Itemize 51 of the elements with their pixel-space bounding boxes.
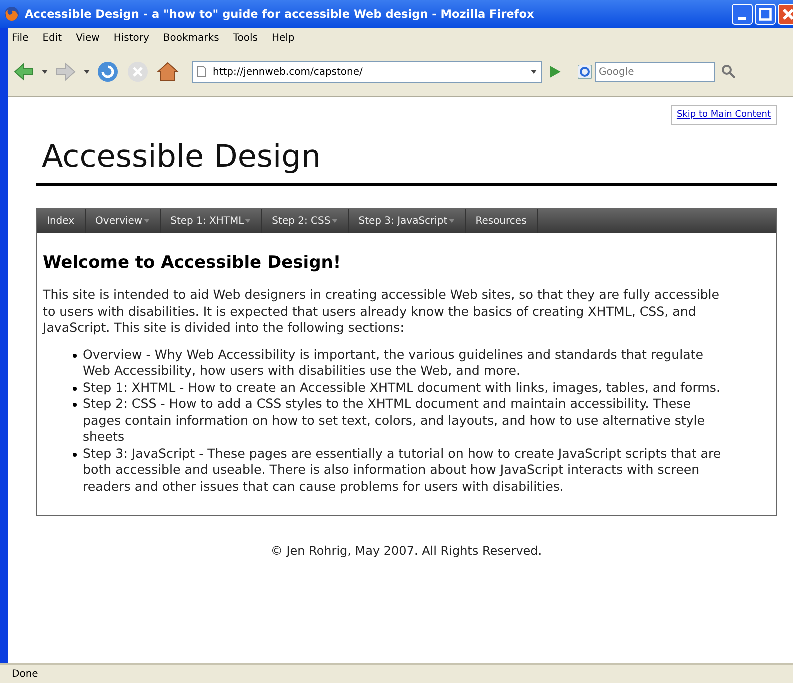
site-title: Accessible Design [42,139,322,175]
search-engine-icon[interactable] [578,65,592,79]
section-description: Overview - Why Web Accessibility is important, the various guidelines and standards that regulate Web Accessibility, how users with disabilities use the Web, and more. [83,346,704,380]
dropdown-icon[interactable] [42,69,48,75]
section-description: Step 3: JavaScript - These pages are essentially a tutorial on how to create JavaScript scripts that are both accessible and useable. There is also information about how JavaScript interacts with screen readers and other issues that can cause problems for users with disabilities. [83,446,722,495]
maximize-icon [758,6,773,22]
window-title: Accessible Design - a "how to" guide for accessible Web design - Mozilla Firefox [25,8,536,20]
skip-link[interactable]: Skip to Main Content [670,105,777,125]
page-icon [197,66,207,78]
address-field[interactable]: http://jennweb.com/capstone/ [192,61,542,83]
nav-tab[interactable]: Step 2: CSS [262,209,349,233]
search-field[interactable]: Google [595,62,715,82]
close-icon [781,6,793,22]
section-description: Step 1: XHTML - How to create an Accessible XHTML document with links, images, tables, and forms. [83,380,720,396]
caret-icon [245,219,252,223]
nav-tab[interactable]: Step 3: JavaScript [348,209,466,233]
menu-item[interactable]: Help [272,32,295,44]
caret-icon [448,219,455,223]
home-icon[interactable] [156,60,180,84]
minimize-icon [738,17,746,20]
bullet-icon [73,354,77,358]
bullet-icon [73,403,77,407]
menu-item[interactable]: View [76,32,100,44]
nav-tab[interactable]: Resources [466,209,538,233]
maximize-button[interactable] [755,4,776,24]
copyright-text: © Jen Rohrig, May 2007. All Rights Reserved. [270,544,542,558]
page-heading: Welcome to Accessible Design! [43,253,342,273]
nav-tab[interactable]: Step 1: XHTML [160,209,262,233]
search-icon[interactable] [721,64,737,80]
caret-icon [144,219,150,223]
menu-item[interactable]: Edit [42,32,62,44]
nav-tab[interactable]: Index [37,209,86,233]
browser-logo-icon [4,6,20,22]
minimize-button[interactable] [732,4,753,24]
status-text: Done [12,668,38,680]
menu-item[interactable]: File [12,32,29,44]
go-icon[interactable] [548,65,562,79]
bullet-icon [73,452,77,456]
intro-paragraph: This site is intended to aid Web designers in creating accessible Web sites, so that they are fully accessible to users with disabilities. It is expected that users already know the basics of creating XHTML, CSS, and JavaScript. This site is divided into the following sections: [43,287,721,336]
dropdown-icon[interactable] [531,69,537,75]
back-icon[interactable] [12,60,36,84]
menu-item[interactable]: Bookmarks [163,32,220,44]
dropdown-icon[interactable] [84,69,90,75]
menu-item[interactable]: History [114,32,150,44]
nav-tab[interactable]: Overview [86,209,161,233]
close-button[interactable] [778,4,793,24]
caret-icon [332,219,338,223]
section-description: Step 2: CSS - How to add a CSS styles to the XHTML document and maintain accessibility. These pages contain information on how to set text, colors, and layouts, and how to use alternative style sheets [83,396,706,446]
reload-icon[interactable] [96,60,120,84]
menu-item[interactable]: Tools [233,32,258,44]
bullet-icon [73,386,77,390]
